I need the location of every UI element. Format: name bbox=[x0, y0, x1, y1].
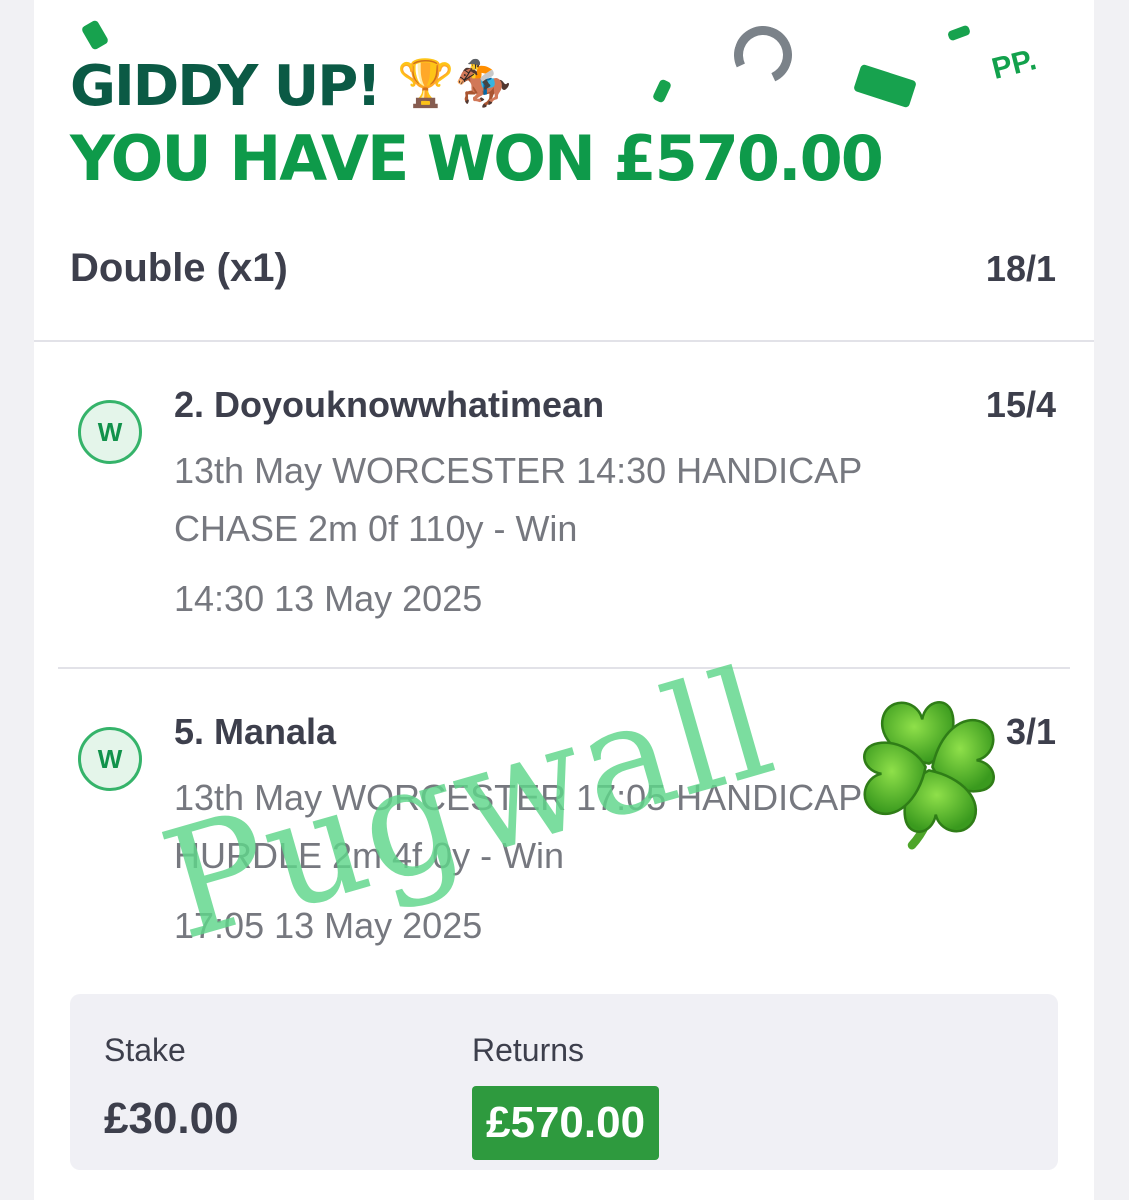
win-status-badge: W bbox=[78, 727, 142, 791]
headline-giddy-up: GIDDY UP! 🏆🏇 bbox=[70, 54, 512, 119]
stake-label: Stake bbox=[104, 1032, 186, 1068]
bet-odds: 18/1 bbox=[985, 248, 1056, 289]
confetti-piece bbox=[853, 63, 917, 109]
trophy-icon: 🏆 bbox=[397, 56, 455, 110]
selection-time: 14:30 13 May 2025 bbox=[174, 578, 483, 619]
confetti-piece bbox=[651, 78, 673, 104]
four-leaf-clover-icon bbox=[863, 701, 995, 850]
headline-winnings: YOU HAVE WON £570.00 bbox=[70, 122, 884, 195]
selection-description: 13th May WORCESTER 14:30 HANDICAP CHASE … bbox=[174, 450, 862, 549]
bet-type: Double (x1) bbox=[70, 246, 288, 290]
headline-text: GIDDY UP! bbox=[70, 54, 382, 119]
win-status-badge: W bbox=[78, 400, 142, 464]
bet-summary: Stake £30.00 Returns £570.00 bbox=[70, 994, 1058, 1170]
returns-value: £570.00 bbox=[472, 1086, 660, 1160]
returns-label: Returns bbox=[472, 1032, 585, 1068]
jockey-horse-icon: 🏇 bbox=[454, 56, 512, 110]
brand-mark: PP. bbox=[988, 43, 1040, 86]
confetti-piece bbox=[80, 19, 110, 51]
divider bbox=[34, 340, 1094, 342]
divider bbox=[58, 667, 1070, 669]
selection-odds: 15/4 bbox=[985, 384, 1056, 425]
stake-value: £30.00 bbox=[104, 1094, 239, 1143]
horseshoe-icon bbox=[725, 17, 801, 93]
selection-name: 5. Manala bbox=[174, 711, 337, 752]
confetti-piece bbox=[946, 24, 972, 42]
bet-receipt-card: PP. GIDDY UP! 🏆🏇 YOU HAVE WON £570.00 Do… bbox=[34, 0, 1094, 1200]
selection-name: 2. Doyouknowwhatimean bbox=[174, 384, 605, 425]
